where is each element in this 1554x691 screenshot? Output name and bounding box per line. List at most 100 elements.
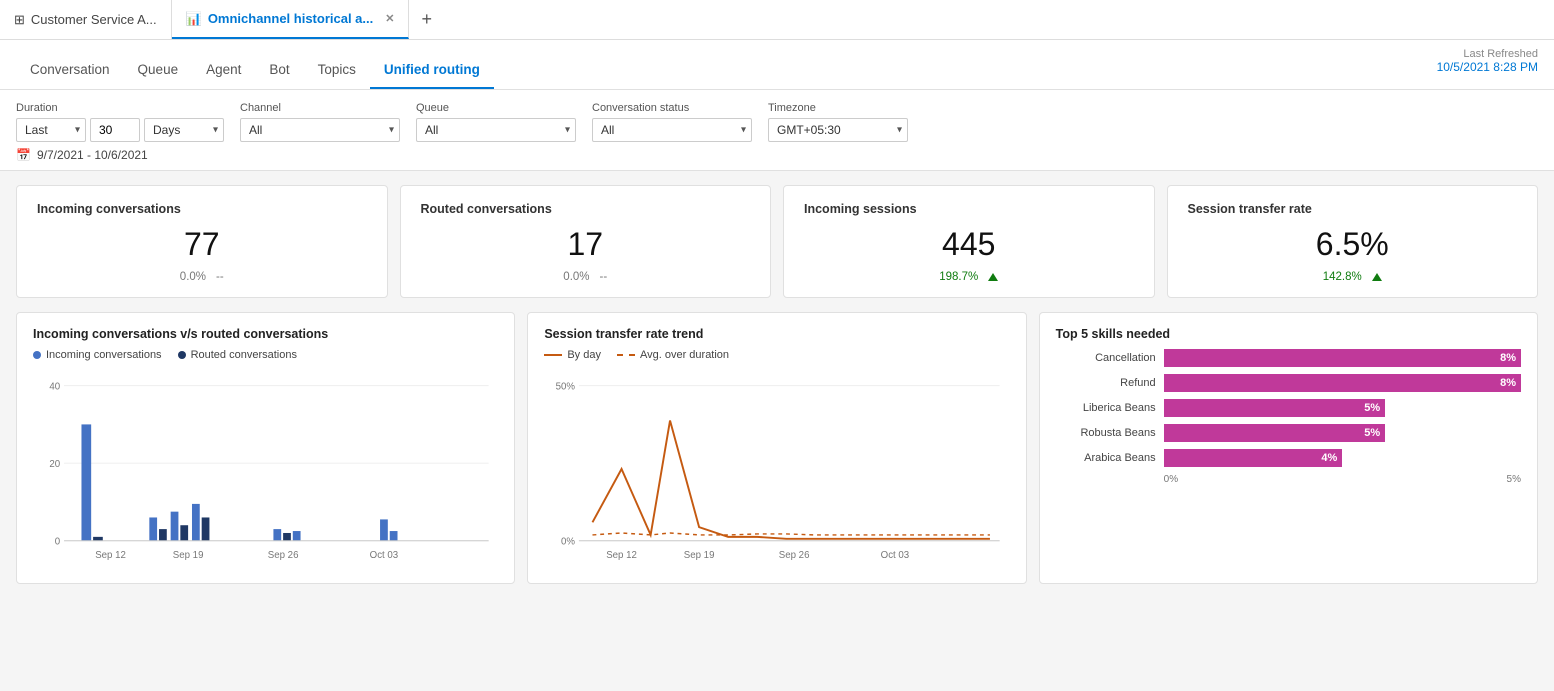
last-refreshed-label: Last Refreshed [1437,48,1538,60]
skill-row-robusta: Robusta Beans 5% [1056,424,1521,442]
grid-icon: ⊞ [14,12,25,28]
skill-value-cancellation: 8% [1500,352,1516,364]
skill-label-robusta: Robusta Beans [1056,427,1156,439]
channel-filter: Channel All [240,102,400,142]
bar-chart-card: Incoming conversations v/s routed conver… [16,312,515,584]
queue-select[interactable]: All [416,118,576,142]
duration-filter: Duration Last This Days Weeks Months [16,102,224,142]
kpi-incoming-conversations-footer: 0.0% -- [37,271,367,283]
legend-incoming: Incoming conversations [33,349,162,361]
legend-dot-incoming [33,351,41,359]
bar-chart-svg: 40 20 0 [33,369,498,569]
svg-text:Oct 03: Oct 03 [370,550,399,561]
svg-text:50%: 50% [556,382,576,393]
skills-chart-content: Cancellation 8% Refund 8% [1056,349,1521,485]
date-range-text: 9/7/2021 - 10/6/2021 [37,148,148,162]
kpi-incoming-conversations-pct: 0.0% [180,271,206,283]
timezone-select[interactable]: GMT+05:30 [768,118,908,142]
kpi-routed-conversations-title: Routed conversations [421,202,751,216]
legend-line-solid [544,354,562,356]
svg-text:Sep 19: Sep 19 [684,550,715,561]
skill-value-robusta: 5% [1364,427,1380,439]
close-icon[interactable]: ✕ [385,12,394,25]
duration-unit-select[interactable]: Days Weeks Months [144,118,224,142]
skill-bar-robusta: 5% [1164,424,1386,442]
conversation-status-label: Conversation status [592,102,752,114]
svg-text:Sep 19: Sep 19 [173,550,204,561]
nav-conversation[interactable]: Conversation [16,62,124,89]
line-chart-card: Session transfer rate trend By day Avg. … [527,312,1026,584]
tab-customer-service-label: Customer Service A... [31,12,157,27]
add-tab-button[interactable]: + [409,0,444,39]
kpi-incoming-conversations-value: 77 [37,226,367,263]
kpi-session-transfer-rate-footer: 142.8% [1188,271,1518,283]
nav-agent[interactable]: Agent [192,62,255,89]
svg-text:20: 20 [49,459,60,470]
tab-bar: ⊞ Customer Service A... 📊 Omnichannel hi… [0,0,1554,40]
svg-text:Sep 26: Sep 26 [779,550,810,561]
skill-bar-container-liberica: 5% [1164,399,1521,417]
kpi-incoming-sessions: Incoming sessions 445 198.7% [783,185,1155,298]
nav-unified-routing[interactable]: Unified routing [370,62,494,89]
skill-value-arabica: 4% [1321,452,1337,464]
nav-topics[interactable]: Topics [304,62,370,89]
kpi-session-transfer-rate-title: Session transfer rate [1188,202,1518,216]
bar-incoming-1 [81,424,91,540]
queue-filter: Queue All [416,102,576,142]
nav-bot[interactable]: Bot [255,62,303,89]
kpi-routed-pct: 0.0% [563,271,589,283]
tab-customer-service[interactable]: ⊞ Customer Service A... [0,0,172,39]
svg-text:0%: 0% [561,537,575,548]
duration-preset-select[interactable]: Last This [16,118,86,142]
channel-label: Channel [240,102,400,114]
skill-bar-container-robusta: 5% [1164,424,1521,442]
last-refreshed-value: 10/5/2021 8:28 PM [1437,60,1538,74]
trend-up-icon-2 [1372,273,1382,281]
skill-bar-container-refund: 8% [1164,374,1521,392]
channel-select[interactable]: All [240,118,400,142]
conversation-status-filter: Conversation status All [592,102,752,142]
skill-bar-refund: 8% [1164,374,1521,392]
bar-chart-title: Incoming conversations v/s routed conver… [33,327,498,341]
nav-queue[interactable]: Queue [124,62,193,89]
skill-value-refund: 8% [1500,377,1516,389]
line-avg [593,533,990,535]
nav-bar: Conversation Queue Agent Bot Topics Unif… [0,40,1554,90]
line-chart-legend: By day Avg. over duration [544,349,1009,361]
kpi-session-transfer-rate: Session transfer rate 6.5% 142.8% [1167,185,1539,298]
duration-label: Duration [16,102,224,114]
skill-row-cancellation: Cancellation 8% [1056,349,1521,367]
legend-avg-label: Avg. over duration [640,349,729,361]
bar-chart-legend: Incoming conversations Routed conversati… [33,349,498,361]
legend-by-day-label: By day [567,349,601,361]
skills-chart-card: Top 5 skills needed Cancellation 8% Refu… [1039,312,1538,584]
kpi-routed-conversations-footer: 0.0% -- [421,271,751,283]
bar-routed-1 [93,537,103,541]
skill-label-refund: Refund [1056,377,1156,389]
line-chart-svg: 50% 0% Sep 12 Sep 19 Sep 26 Oct 03 [544,369,1009,569]
legend-avg-duration: Avg. over duration [617,349,729,361]
date-range-row: 📅 9/7/2021 - 10/6/2021 [16,148,1538,162]
last-refreshed: Last Refreshed 10/5/2021 8:28 PM [1437,48,1538,74]
kpi-incoming-sessions-title: Incoming sessions [804,202,1134,216]
skill-bar-arabica: 4% [1164,449,1343,467]
tab-omnichannel-label: Omnichannel historical a... [208,11,373,26]
skills-chart-title: Top 5 skills needed [1056,327,1521,341]
kpi-routed-dash: -- [600,271,608,283]
duration-value-input[interactable] [90,118,140,142]
skill-value-liberica: 5% [1364,402,1380,414]
conversation-status-select[interactable]: All [592,118,752,142]
skill-bar-container-arabica: 4% [1164,449,1521,467]
kpi-routed-conversations-value: 17 [421,226,751,263]
svg-text:Oct 03: Oct 03 [881,550,910,561]
legend-by-day: By day [544,349,601,361]
skills-x-tick-5: 5% [1507,474,1521,485]
calendar-icon: 📅 [16,148,31,162]
skill-row-refund: Refund 8% [1056,374,1521,392]
line-chart-title: Session transfer rate trend [544,327,1009,341]
main-content: Incoming conversations 77 0.0% -- Routed… [0,171,1554,598]
kpi-incoming-conversations-dash: -- [216,271,224,283]
skill-row-liberica: Liberica Beans 5% [1056,399,1521,417]
skills-x-axis: 0% 5% [1056,474,1521,485]
tab-omnichannel[interactable]: 📊 Omnichannel historical a... ✕ [172,0,410,39]
